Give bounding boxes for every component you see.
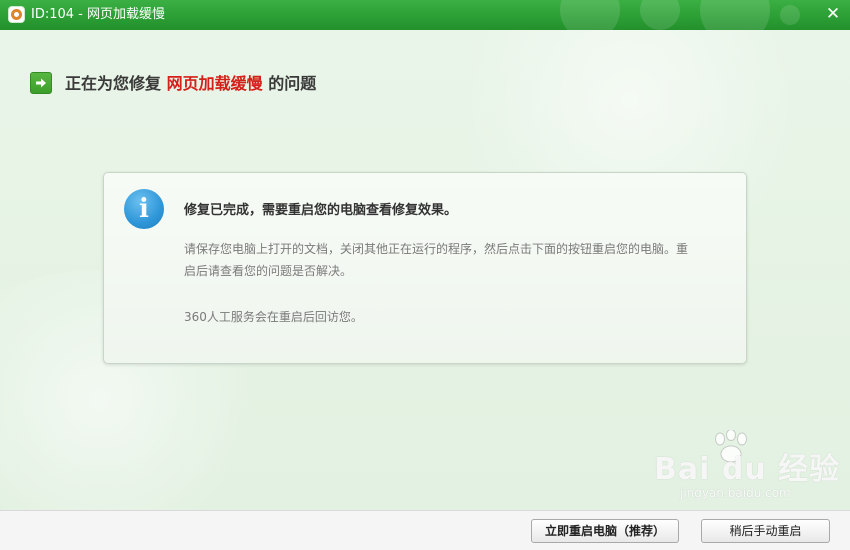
- footer-bar: 立即重启电脑（推荐） 稍后手动重启: [0, 510, 850, 550]
- info-icon: i: [124, 189, 164, 229]
- restart-now-button[interactable]: 立即重启电脑（推荐）: [531, 519, 679, 543]
- window-title: ID:104 - 网页加载缓慢: [31, 7, 165, 22]
- panel-note: 360人工服务会在重启后回访您。: [184, 310, 363, 324]
- message-panel: i 修复已完成，需要重启您的电脑查看修复效果。 请保存您电脑上打开的文档，关闭其…: [103, 172, 747, 364]
- status-prefix: 正在为您修复: [65, 74, 162, 93]
- content-area: 正在为您修复 网页加载缓慢 的问题 i 修复已完成，需要重启您的电脑查看修复效果…: [0, 30, 850, 510]
- titlebar-decoration: [780, 5, 800, 25]
- repair-window: ID:104 - 网页加载缓慢 ✕ 正在为您修复 网页加载缓慢 的问题 i 修复…: [0, 0, 850, 550]
- titlebar-decoration: [640, 0, 680, 30]
- status-suffix: 的问题: [268, 74, 317, 93]
- arrow-right-icon: [30, 72, 52, 94]
- restart-later-button[interactable]: 稍后手动重启: [701, 519, 830, 543]
- titlebar-decoration: [560, 0, 620, 30]
- lifebuoy-icon: [8, 6, 25, 23]
- titlebar-decoration: [700, 0, 770, 30]
- panel-title: 修复已完成，需要重启您的电脑查看修复效果。: [184, 203, 458, 218]
- close-button[interactable]: ✕: [824, 5, 842, 23]
- problem-name: 网页加载缓慢: [166, 74, 263, 93]
- title-bar[interactable]: ID:104 - 网页加载缓慢 ✕: [0, 0, 850, 30]
- status-text: 正在为您修复 网页加载缓慢 的问题: [65, 74, 316, 94]
- panel-body: 请保存您电脑上打开的文档，关闭其他正在运行的程序，然后点击下面的按钮重启您的电脑…: [184, 242, 689, 278]
